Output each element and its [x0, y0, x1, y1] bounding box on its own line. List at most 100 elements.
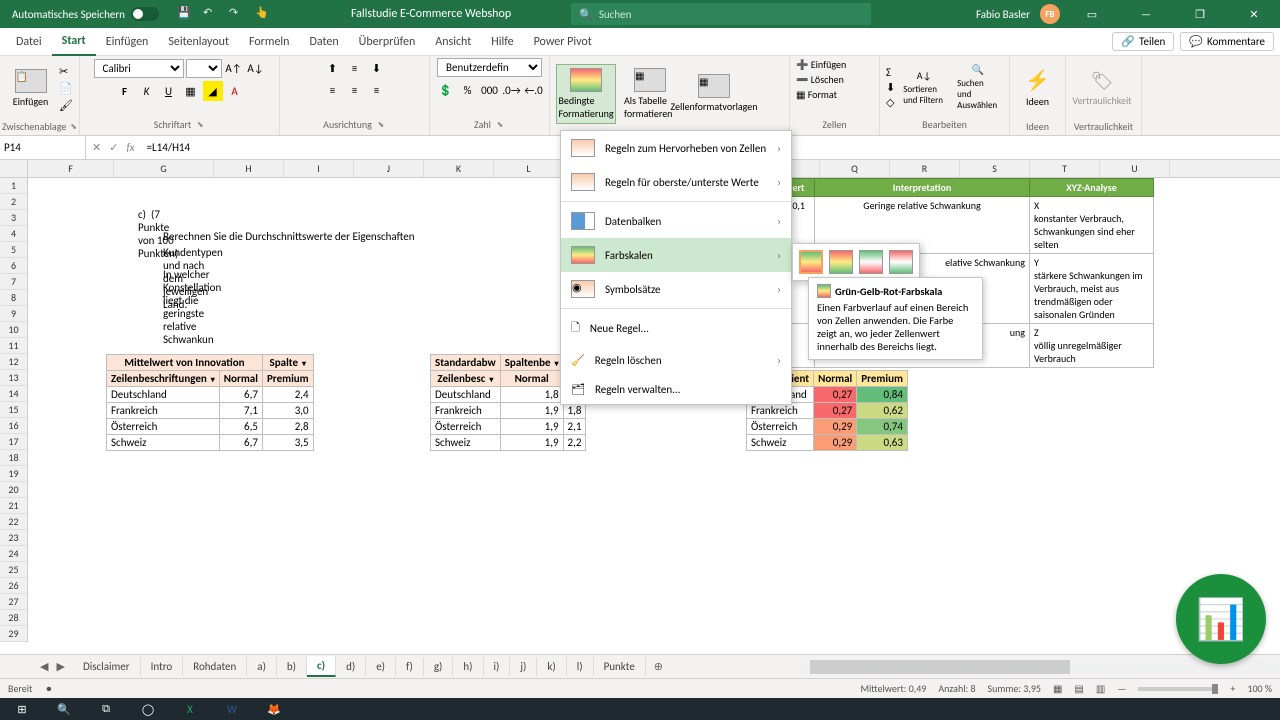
scale-green-white-red[interactable]	[859, 250, 883, 274]
row-header[interactable]: 22	[0, 514, 28, 530]
sheet-tab[interactable]: l)	[567, 657, 594, 676]
align-center-icon[interactable]: ≡	[345, 80, 365, 100]
app-button[interactable]: ◯	[130, 699, 166, 719]
comma-icon[interactable]: 000	[480, 80, 500, 100]
cells-insert-button[interactable]: ➕ Einfügen	[796, 58, 846, 71]
row-header[interactable]: 14	[0, 386, 28, 402]
sheet-tab[interactable]: a)	[247, 657, 277, 676]
font-size-select[interactable]: 11	[186, 59, 222, 78]
sheet-tab[interactable]: k)	[537, 657, 566, 676]
redo-icon[interactable]: ↷	[229, 6, 245, 22]
find-select-button[interactable]: 🔍 Suchen und Auswählen	[953, 61, 1003, 113]
cells-format-button[interactable]: ▦ Format	[796, 88, 837, 101]
record-macro-icon[interactable]: ⏺	[46, 682, 51, 695]
row-dropdown[interactable]: Zeilenbeschriftungen	[107, 371, 220, 387]
search-button[interactable]: 🔍	[46, 699, 82, 719]
inc-decimal-icon[interactable]: .0→	[502, 80, 522, 100]
tab-ueberpruefen[interactable]: Überprüfen	[349, 28, 426, 56]
ideas-button[interactable]: ⚡ Ideen	[1016, 58, 1059, 118]
tab-powerpivot[interactable]: Power Pivot	[524, 28, 602, 56]
col-header[interactable]: K	[424, 160, 494, 177]
row-header[interactable]: 9	[0, 306, 28, 322]
taskview-button[interactable]: ⧉	[88, 699, 124, 719]
col-header[interactable]: U	[1100, 160, 1170, 177]
add-sheet-button[interactable]: ⊕	[646, 657, 671, 676]
bold-button[interactable]: F	[115, 81, 135, 101]
row-header[interactable]: 19	[0, 466, 28, 482]
undo-icon[interactable]: ↶	[203, 6, 219, 22]
select-all-corner[interactable]	[0, 160, 28, 177]
sheet-tab[interactable]: d)	[336, 657, 366, 676]
percent-icon[interactable]: %	[458, 80, 478, 100]
col-header[interactable]: S	[960, 160, 1030, 177]
number-format-select[interactable]: Benutzerdefiniert	[437, 58, 542, 77]
row-dropdown[interactable]: Zeilenbesc	[431, 371, 501, 387]
word-taskbar-icon[interactable]: W	[214, 699, 250, 719]
sheet-tab[interactable]: j)	[510, 657, 537, 676]
format-painter-icon[interactable]: 🖌	[59, 99, 73, 112]
row-header[interactable]: 29	[0, 626, 28, 642]
tab-seitenlayout[interactable]: Seitenlayout	[158, 28, 239, 56]
row-header[interactable]: 18	[0, 450, 28, 466]
clear-icon[interactable]: ◇	[886, 96, 895, 109]
row-header[interactable]: 8	[0, 290, 28, 306]
tab-einfuegen[interactable]: Einfügen	[96, 28, 159, 56]
align-bottom-icon[interactable]: ⬇	[367, 58, 387, 78]
sheet-tab[interactable]: Punkte	[594, 657, 646, 676]
row-header[interactable]: 7	[0, 274, 28, 290]
cf-new-rule[interactable]: 🗋Neue Regel...	[561, 311, 791, 346]
col-header[interactable]: T	[1030, 160, 1100, 177]
search-input[interactable]	[599, 8, 863, 21]
comments-button[interactable]: 💬 Kommentare	[1180, 32, 1274, 51]
sheet-tab[interactable]: Intro	[141, 657, 184, 676]
zoom-level[interactable]: 100 %	[1247, 682, 1272, 695]
view-layout-icon[interactable]: ▤	[1074, 682, 1083, 695]
minimize-icon[interactable]: —	[1124, 0, 1168, 28]
col-dropdown[interactable]: Spalte	[262, 355, 313, 371]
row-header[interactable]: 1	[0, 178, 28, 194]
col-header[interactable]: Q	[820, 160, 890, 177]
fill-icon[interactable]: ⬇	[886, 81, 895, 94]
row-header[interactable]: 17	[0, 434, 28, 450]
autosum-icon[interactable]: Σ	[886, 66, 895, 79]
row-header[interactable]: 27	[0, 594, 28, 610]
dialog-launcher-icon[interactable]: ⬊	[376, 120, 386, 130]
row-header[interactable]: 11	[0, 338, 28, 354]
ribbon-display-icon[interactable]: ▭	[1070, 0, 1114, 28]
cf-clear-rules[interactable]: 🧹Regeln löschen›	[561, 346, 791, 375]
cf-top-bottom[interactable]: Regeln für oberste/unterste Werte›	[561, 165, 791, 199]
row-header[interactable]: 5	[0, 242, 28, 258]
sheet-tab[interactable]: f)	[396, 657, 424, 676]
sheet-nav-prev[interactable]: ◀	[40, 660, 48, 673]
row-header[interactable]: 26	[0, 578, 28, 594]
save-icon[interactable]: 💾	[177, 6, 193, 22]
sheet-tab[interactable]: b)	[277, 657, 307, 676]
row-header[interactable]: 20	[0, 482, 28, 498]
format-as-table-button[interactable]: ▦ Als Tabelle formatieren	[620, 64, 680, 124]
dialog-launcher-icon[interactable]: ⬊	[70, 122, 77, 132]
close-icon[interactable]: ✕	[1232, 0, 1276, 28]
cf-icon-sets[interactable]: ◉Symbolsätze›	[561, 272, 791, 306]
col-header[interactable]: I	[284, 160, 354, 177]
cancel-formula-icon[interactable]: ✕	[92, 141, 101, 154]
view-normal-icon[interactable]: ▦	[1053, 682, 1062, 695]
scale-red-yellow-green[interactable]	[829, 250, 853, 274]
row-header[interactable]: 23	[0, 530, 28, 546]
autosave-toggle[interactable]: Automatisches Speichern	[4, 7, 167, 21]
sheet-tab[interactable]: Rohdaten	[183, 657, 247, 676]
name-box[interactable]: P14	[0, 136, 86, 159]
cf-manage-rules[interactable]: 🗂Regeln verwalten...	[561, 375, 791, 404]
tab-daten[interactable]: Daten	[299, 28, 348, 56]
tab-start[interactable]: Start	[52, 28, 96, 56]
currency-icon[interactable]: 💲	[436, 80, 456, 100]
col-header[interactable]: L	[494, 160, 564, 177]
italic-button[interactable]: K	[137, 81, 157, 101]
sheet-tab[interactable]: g)	[424, 657, 454, 676]
cut-icon[interactable]: ✂	[59, 65, 73, 78]
firefox-taskbar-icon[interactable]: 🦊	[256, 699, 292, 719]
tab-hilfe[interactable]: Hilfe	[481, 28, 523, 56]
row-header[interactable]: 28	[0, 610, 28, 626]
fill-color-button[interactable]: ◢	[203, 81, 223, 101]
shrink-font-icon[interactable]: A↓	[246, 58, 266, 78]
paste-button[interactable]: 📋 Einfügen	[6, 58, 55, 118]
